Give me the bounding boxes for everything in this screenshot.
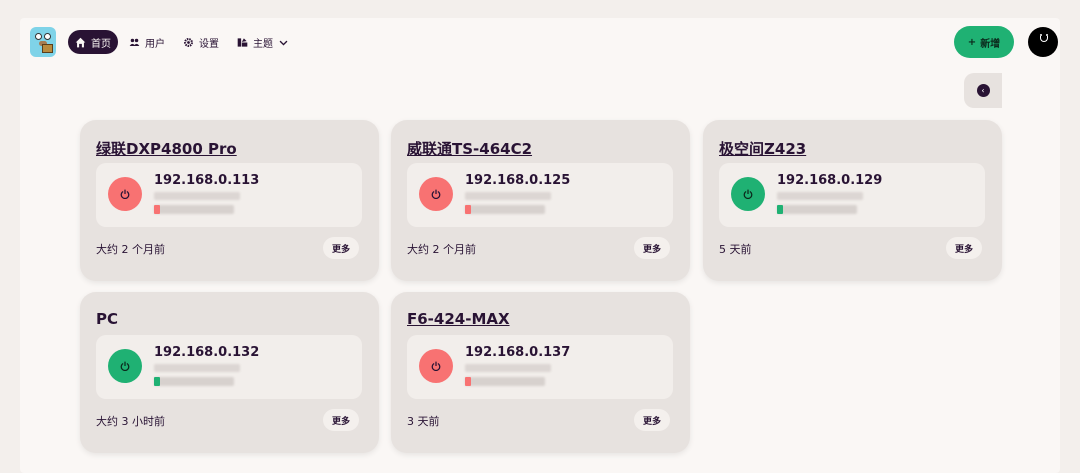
nav-settings[interactable]: 设置	[176, 30, 226, 54]
device-card: F6-424-MAX 192.168.0.137 3 天前 更多	[391, 292, 690, 453]
status-indicator	[154, 205, 160, 214]
device-ip: 192.168.0.113	[154, 173, 260, 188]
collapse-toggle-button[interactable]: ‹	[964, 73, 1002, 108]
power-button[interactable]	[419, 349, 453, 383]
chevron-left-icon: ‹	[976, 84, 990, 97]
device-name: PC	[96, 310, 119, 328]
nav-home[interactable]: 首页	[68, 30, 118, 54]
device-status-panel: 192.168.0.125	[407, 163, 673, 227]
device-ip: 192.168.0.132	[154, 345, 260, 360]
more-button[interactable]: 更多	[945, 237, 982, 259]
redacted-info	[465, 377, 545, 386]
last-seen-time: 5 天前	[719, 243, 752, 256]
gear-icon	[184, 37, 193, 47]
nav-users-label: 用户	[145, 38, 165, 50]
plus-icon: +	[967, 36, 977, 48]
device-ip: 192.168.0.129	[777, 173, 883, 188]
users-icon	[129, 38, 140, 46]
more-button[interactable]: 更多	[633, 237, 670, 259]
chevron-down-icon	[279, 40, 288, 46]
main-menu: 首页 用户 设置 主题	[68, 30, 296, 54]
home-icon	[75, 37, 86, 47]
device-status-panel: 192.168.0.137	[407, 335, 673, 399]
redacted-info	[154, 377, 234, 386]
redacted-info	[465, 192, 551, 200]
last-seen-time: 3 天前	[407, 415, 440, 428]
device-card: 绿联DXP4800 Pro 192.168.0.113 大约 2 个月前 更多	[80, 120, 379, 281]
gopher-logo[interactable]	[30, 27, 56, 57]
add-button-label: 新增	[980, 38, 1001, 50]
palette-icon	[237, 37, 248, 47]
device-name-link[interactable]: 绿联DXP4800 Pro	[96, 138, 237, 159]
power-button[interactable]	[108, 349, 142, 383]
page-container: 首页 用户 设置 主题 + 新增 ‹ 绿联DXP4800 Pro 192.168…	[20, 18, 1060, 473]
power-icon	[120, 189, 130, 199]
nav-home-label: 首页	[91, 38, 111, 50]
device-ip: 192.168.0.125	[465, 173, 571, 188]
device-name-link[interactable]: F6-424-MAX	[407, 310, 510, 328]
redacted-info	[465, 364, 551, 372]
device-card: 威联通TS-464C2 192.168.0.125 大约 2 个月前 更多	[391, 120, 690, 281]
device-card: PC 192.168.0.132 大约 3 小时前 更多	[80, 292, 379, 453]
user-avatar[interactable]	[1028, 27, 1058, 57]
device-status-panel: 192.168.0.113	[96, 163, 362, 227]
redacted-info	[154, 192, 240, 200]
last-seen-time: 大约 2 个月前	[96, 243, 165, 256]
nav-theme-label: 主题	[253, 38, 273, 50]
nav-settings-label: 设置	[199, 38, 219, 50]
last-seen-time: 大约 3 小时前	[96, 415, 165, 428]
redacted-info	[777, 205, 857, 214]
more-button[interactable]: 更多	[633, 409, 670, 431]
power-icon	[120, 361, 130, 371]
power-icon	[743, 189, 753, 199]
navbar: 首页 用户 设置 主题 + 新增	[20, 18, 1060, 66]
device-status-panel: 192.168.0.129	[719, 163, 985, 227]
power-icon	[431, 189, 441, 199]
status-indicator	[154, 377, 160, 386]
nav-theme-dropdown[interactable]: 主题	[230, 30, 296, 54]
device-status-panel: 192.168.0.132	[96, 335, 362, 399]
more-button[interactable]: 更多	[322, 237, 359, 259]
add-device-button[interactable]: + 新增	[954, 26, 1014, 58]
redacted-info	[154, 205, 234, 214]
nav-users[interactable]: 用户	[122, 30, 172, 54]
power-icon	[431, 361, 441, 371]
status-indicator	[777, 205, 783, 214]
status-indicator	[465, 205, 471, 214]
more-button[interactable]: 更多	[322, 409, 359, 431]
redacted-info	[777, 192, 863, 200]
power-button[interactable]	[419, 177, 453, 211]
last-seen-time: 大约 2 个月前	[407, 243, 476, 256]
redacted-info	[465, 205, 545, 214]
device-card: 极空间Z423 192.168.0.129 5 天前 更多	[703, 120, 1002, 281]
device-name-link[interactable]: 极空间Z423	[719, 138, 806, 159]
device-ip: 192.168.0.137	[465, 345, 571, 360]
power-button[interactable]	[108, 177, 142, 211]
power-button[interactable]	[731, 177, 765, 211]
redacted-info	[154, 364, 240, 372]
device-name-link[interactable]: 威联通TS-464C2	[407, 138, 532, 159]
status-indicator	[465, 377, 471, 386]
